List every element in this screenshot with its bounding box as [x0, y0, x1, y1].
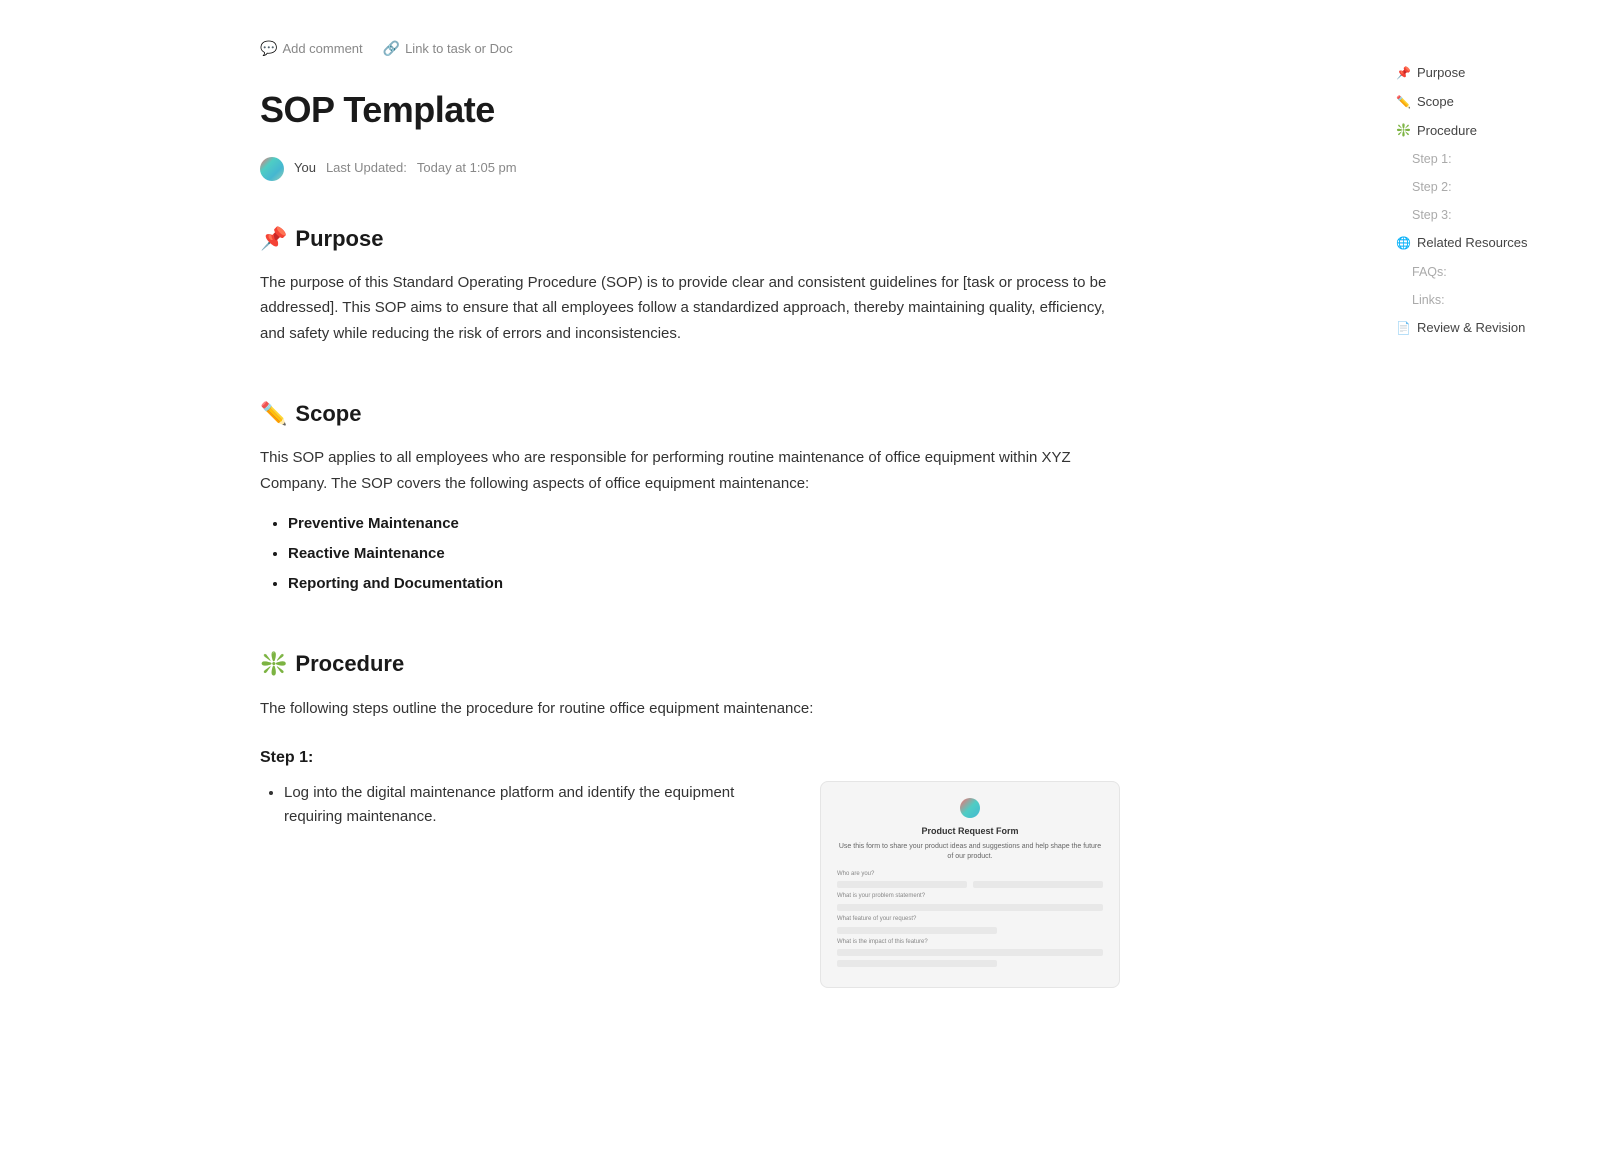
- toc-review-emoji: 📄: [1396, 319, 1411, 338]
- toc-related-label: Related Resources: [1417, 233, 1528, 254]
- link-task-button[interactable]: 🔗 Link to task or Doc: [383, 40, 513, 57]
- toc-item-faqs[interactable]: FAQs:: [1390, 259, 1580, 285]
- link-task-label: Link to task or Doc: [405, 41, 513, 56]
- step-1-content: Log into the digital maintenance platfor…: [260, 781, 1120, 988]
- step-1-text: Log into the digital maintenance platfor…: [260, 781, 790, 829]
- toc-item-procedure[interactable]: ❇️ Procedure: [1390, 118, 1580, 145]
- bullet-item-1: Preventive Maintenance: [288, 512, 1120, 536]
- form-preview-subtitle: Use this form to share your product idea…: [837, 842, 1103, 862]
- bullet-item-3: Reporting and Documentation: [288, 572, 1120, 596]
- toc-scope-emoji: ✏️: [1396, 93, 1411, 112]
- page-title: SOP Template: [260, 81, 1120, 139]
- procedure-heading: ❇️ Procedure: [260, 646, 1120, 681]
- page-wrapper: 💬 Add comment 🔗 Link to task or Doc SOP …: [0, 0, 1600, 1164]
- toc-step3-label: Step 3:: [1412, 205, 1452, 225]
- toc-item-step1[interactable]: Step 1:: [1390, 146, 1580, 172]
- author-label: You: [294, 158, 316, 179]
- form-preview-field-5: [837, 949, 1103, 956]
- link-icon: 🔗: [383, 40, 400, 57]
- scope-intro: This SOP applies to all employees who ar…: [260, 445, 1120, 496]
- purpose-heading-text: Purpose: [295, 221, 383, 256]
- main-content: 💬 Add comment 🔗 Link to task or Doc SOP …: [200, 0, 1180, 1164]
- scope-heading-text: Scope: [295, 396, 361, 431]
- step-1-item: Log into the digital maintenance platfor…: [284, 781, 790, 829]
- form-preview-field-4: [837, 927, 997, 934]
- toc-review-label: Review & Revision: [1417, 318, 1525, 339]
- form-field-label-4: What is the impact of this feature?: [837, 938, 1103, 948]
- toc-item-review[interactable]: 📄 Review & Revision: [1390, 315, 1580, 342]
- form-preview-field-3: [837, 904, 1103, 911]
- form-field-label-3: What feature of your request?: [837, 915, 1103, 925]
- scope-section: ✏️ Scope This SOP applies to all employe…: [260, 396, 1120, 596]
- toc-purpose-label: Purpose: [1417, 63, 1465, 84]
- meta-row: You Last Updated: Today at 1:05 pm: [260, 157, 1120, 181]
- procedure-emoji: ❇️: [260, 646, 287, 681]
- toc-related-emoji: 🌐: [1396, 234, 1411, 253]
- procedure-section: ❇️ Procedure The following steps outline…: [260, 646, 1120, 988]
- procedure-intro: The following steps outline the procedur…: [260, 696, 1120, 722]
- form-preview-field-1: [837, 881, 967, 888]
- step-1-heading: Step 1:: [260, 745, 1120, 771]
- step-1-block: Step 1: Log into the digital maintenance…: [260, 745, 1120, 988]
- purpose-section: 📌 Purpose The purpose of this Standard O…: [260, 221, 1120, 347]
- purpose-emoji: 📌: [260, 221, 287, 256]
- add-comment-button[interactable]: 💬 Add comment: [260, 40, 363, 57]
- toc-links-label: Links:: [1412, 290, 1445, 310]
- toc-procedure-emoji: ❇️: [1396, 121, 1411, 140]
- scope-heading: ✏️ Scope: [260, 396, 1120, 431]
- form-preview-avatar: [960, 798, 980, 818]
- toolbar: 💬 Add comment 🔗 Link to task or Doc: [260, 40, 1120, 57]
- scope-emoji: ✏️: [260, 396, 287, 431]
- form-preview: Product Request Form Use this form to sh…: [821, 782, 1119, 987]
- toc-item-step3[interactable]: Step 3:: [1390, 202, 1580, 228]
- toc-procedure-label: Procedure: [1417, 121, 1477, 142]
- purpose-heading: 📌 Purpose: [260, 221, 1120, 256]
- purpose-body: The purpose of this Standard Operating P…: [260, 270, 1120, 347]
- form-preview-title: Product Request Form: [837, 824, 1103, 838]
- toc-item-scope[interactable]: ✏️ Scope: [1390, 89, 1580, 116]
- procedure-heading-text: Procedure: [295, 646, 404, 681]
- toc-item-related[interactable]: 🌐 Related Resources: [1390, 230, 1580, 257]
- bullet-item-2: Reactive Maintenance: [288, 542, 1120, 566]
- toc-item-links[interactable]: Links:: [1390, 287, 1580, 313]
- form-preview-field-2: [973, 881, 1103, 888]
- scope-bullet-list: Preventive Maintenance Reactive Maintena…: [260, 512, 1120, 596]
- toc-item-purpose[interactable]: 📌 Purpose: [1390, 60, 1580, 87]
- comment-icon: 💬: [260, 40, 277, 57]
- toc-step1-label: Step 1:: [1412, 149, 1452, 169]
- last-updated-label: Last Updated:: [326, 158, 407, 179]
- form-preview-field-6: [837, 960, 997, 967]
- toc-purpose-emoji: 📌: [1396, 64, 1411, 83]
- sidebar-toc: 📌 Purpose ✏️ Scope ❇️ Procedure Step 1: …: [1380, 0, 1600, 404]
- form-field-label-1: Who are you?: [837, 870, 1103, 880]
- toc-item-step2[interactable]: Step 2:: [1390, 174, 1580, 200]
- toc-scope-label: Scope: [1417, 92, 1454, 113]
- last-updated-value: Today at 1:05 pm: [417, 158, 517, 179]
- form-preview-row-1: [837, 881, 1103, 888]
- add-comment-label: Add comment: [282, 41, 362, 56]
- toc-step2-label: Step 2:: [1412, 177, 1452, 197]
- avatar: [260, 157, 284, 181]
- form-field-label-2: What is your problem statement?: [837, 892, 1103, 902]
- step-1-image: Product Request Form Use this form to sh…: [820, 781, 1120, 988]
- toc-faqs-label: FAQs:: [1412, 262, 1447, 282]
